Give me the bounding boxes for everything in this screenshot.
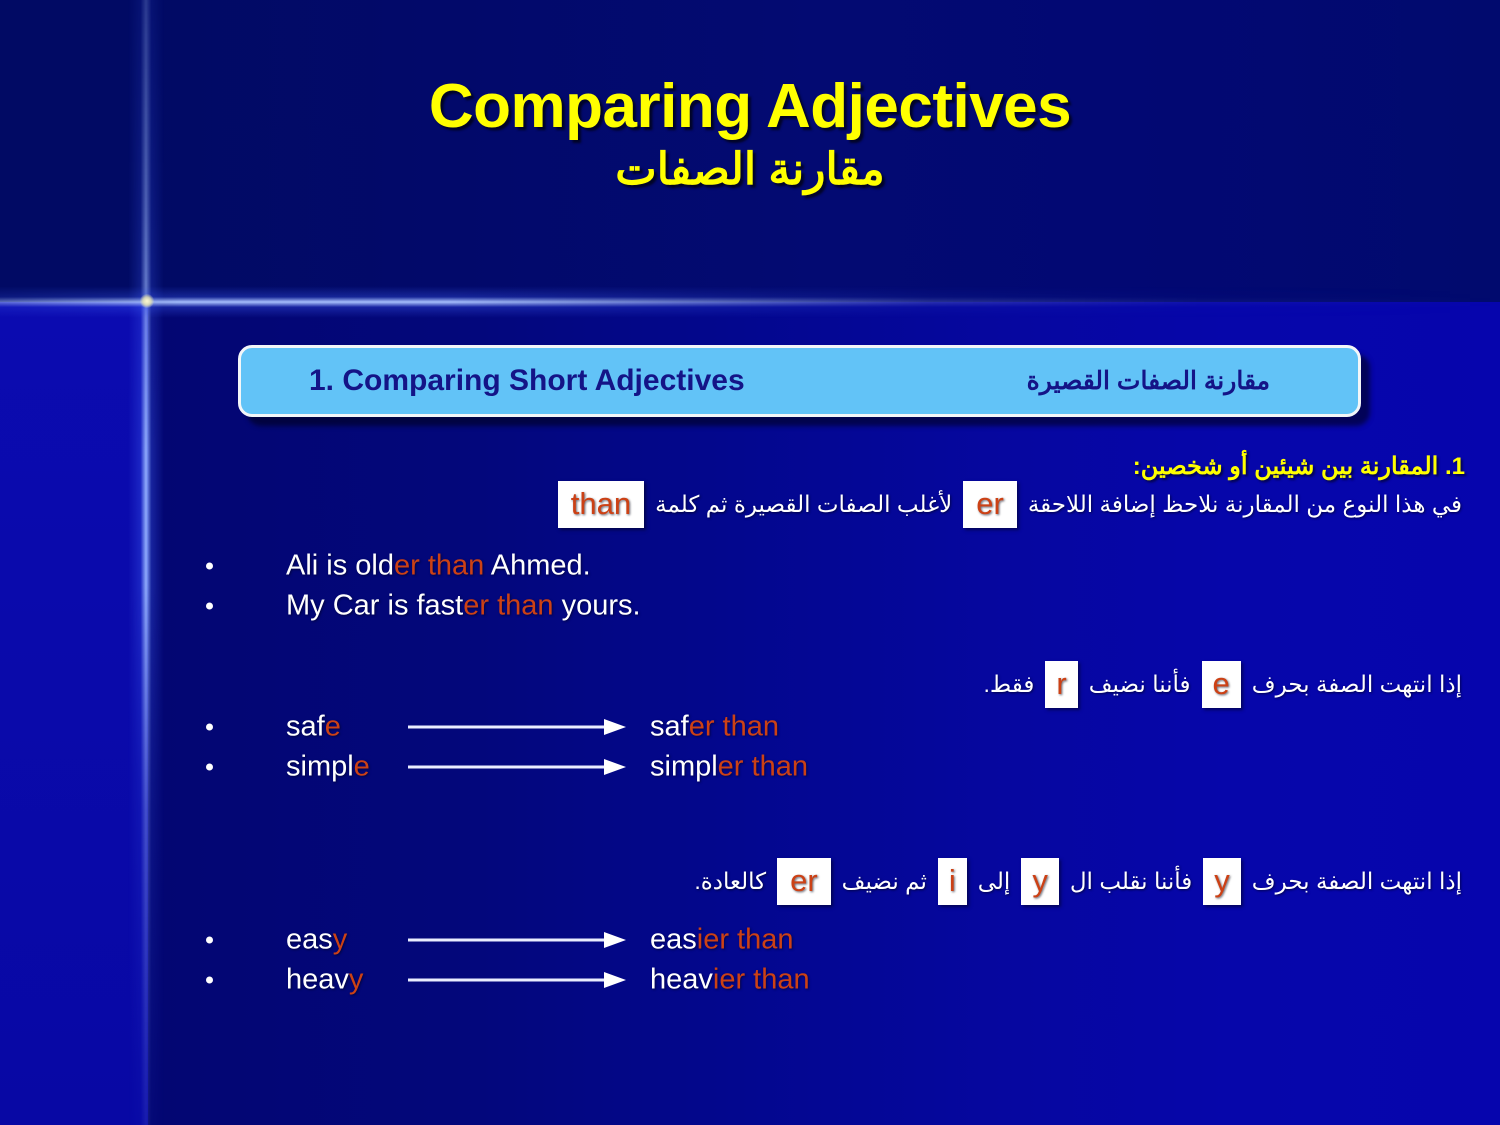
bullet-dot-icon [206, 723, 213, 731]
example-sentence-row: Ali is older than Ahmed. [0, 546, 1500, 586]
transform-arrow-icon [408, 932, 626, 948]
result-word-ending: ier than [696, 923, 794, 956]
result-word-ending: er than [717, 750, 808, 783]
slide-title-arabic: مقارنة الصفات [615, 145, 885, 195]
rule-1-chip-er: er [963, 481, 1017, 528]
rule-3-chip-y: y [1203, 858, 1241, 905]
example-transform-row: easy easier than [0, 920, 1500, 960]
bullet-dot-icon [206, 602, 213, 610]
example-sentence-text: Ali is older than Ahmed. [286, 550, 591, 583]
example-base-word: easy [286, 924, 347, 957]
rule-3-text-2: فأننا نقلب ال [1069, 868, 1193, 894]
example-base-word: safe [286, 711, 341, 744]
rule-2-text-0: إذا انتهت الصفة بحرف [1251, 671, 1462, 697]
section-banner-label-english: 1. Comparing Short Adjectives [309, 364, 745, 397]
rule-3-text-0: إذا انتهت الصفة بحرف [1251, 868, 1462, 894]
slide-title-block: Comparing Adjectives مقارنة الصفات [0, 74, 1500, 196]
rule-3-text-6: ثم نضيف [841, 868, 927, 894]
result-word-stem: heav [650, 963, 713, 996]
rule-3-chip-er: er [777, 858, 831, 905]
result-word-ending: er than [688, 710, 779, 743]
rule-2-chip-e: e [1201, 661, 1241, 708]
rule-2-text-4: فقط. [983, 671, 1035, 697]
transform-arrow-icon [408, 719, 626, 735]
rule-1-body: في هذا النوع من المقارنة نلاحظ إضافة الل… [550, 481, 1465, 528]
example-result-word: safer than [650, 711, 779, 744]
example-transform-row: heavy heavier than [0, 960, 1500, 1000]
result-word-stem: eas [650, 923, 697, 956]
base-word-stem: saf [286, 710, 325, 743]
example-sentence-text: My Car is faster than yours. [286, 590, 641, 623]
base-word-ending: y [332, 923, 348, 956]
sentence-suffix: Ahmed. [484, 549, 591, 582]
base-word-stem: eas [286, 923, 333, 956]
rule-3-text-8: كالعادة. [694, 868, 767, 894]
result-word-stem: saf [650, 710, 689, 743]
sentence-prefix: My Car is fast [286, 589, 464, 622]
example-result-word: heavier than [650, 964, 810, 997]
rule-1-text-2: لأغلب الصفات القصيرة ثم كلمة [655, 491, 953, 517]
slide-title-english: Comparing Adjectives [428, 72, 1072, 141]
sentence-highlight: er than [394, 549, 485, 582]
slide: Comparing Adjectives مقارنة الصفات 1. Co… [0, 0, 1500, 1125]
base-word-ending: y [348, 963, 364, 996]
sentence-suffix: yours. [553, 589, 641, 622]
example-transform-row: safe safer than [0, 707, 1500, 747]
base-word-ending: e [353, 750, 370, 783]
bullet-dot-icon [206, 976, 213, 984]
example-transform-row: simple simpler than [0, 747, 1500, 787]
section-banner-inner: 1. Comparing Short Adjectives مقارنة الص… [241, 348, 1358, 414]
rule-2-body: إذا انتهت الصفة بحرف e فأننا نضيف r فقط. [981, 661, 1465, 708]
rule-3-chip-y: y [1021, 858, 1059, 905]
rule-2-chip-r: r [1045, 661, 1078, 708]
base-word-stem: heav [286, 963, 349, 996]
example-base-word: heavy [286, 964, 363, 997]
rule-3-body: إذا انتهت الصفة بحرف y فأننا نقلب ال y إلى i ث… [691, 858, 1465, 905]
example-sentence-row: My Car is faster than yours. [0, 586, 1500, 626]
rule-1-text-0: في هذا النوع من المقارنة نلاحظ إضافة الل… [1027, 491, 1462, 517]
example-result-word: easier than [650, 924, 794, 957]
section-banner-label-arabic: مقارنة الصفات القصيرة [1026, 367, 1270, 395]
rule-3-text-4: إلى [977, 868, 1011, 894]
base-word-ending: e [324, 710, 341, 743]
example-result-word: simpler than [650, 751, 808, 784]
rule-2-text-2: فأننا نضيف [1088, 671, 1191, 697]
rule-1-heading: 1. المقارنة بين شيئين أو شخصين: [1132, 453, 1465, 480]
sentence-highlight: er than [463, 589, 554, 622]
rule-3-chip-i: i [937, 858, 967, 905]
example-base-word: simple [286, 751, 370, 784]
section-banner: 1. Comparing Short Adjectives مقارنة الص… [238, 345, 1361, 417]
sentence-prefix: Ali is old [286, 549, 394, 582]
rule-1-chip-than: than [557, 481, 645, 528]
bullet-dot-icon [206, 562, 213, 570]
bullet-dot-icon [206, 936, 213, 944]
bullet-dot-icon [206, 763, 213, 771]
result-word-stem: simpl [650, 750, 718, 783]
base-word-stem: simpl [286, 750, 354, 783]
transform-arrow-icon [408, 972, 626, 988]
transform-arrow-icon [408, 759, 626, 775]
result-word-ending: ier than [712, 963, 810, 996]
